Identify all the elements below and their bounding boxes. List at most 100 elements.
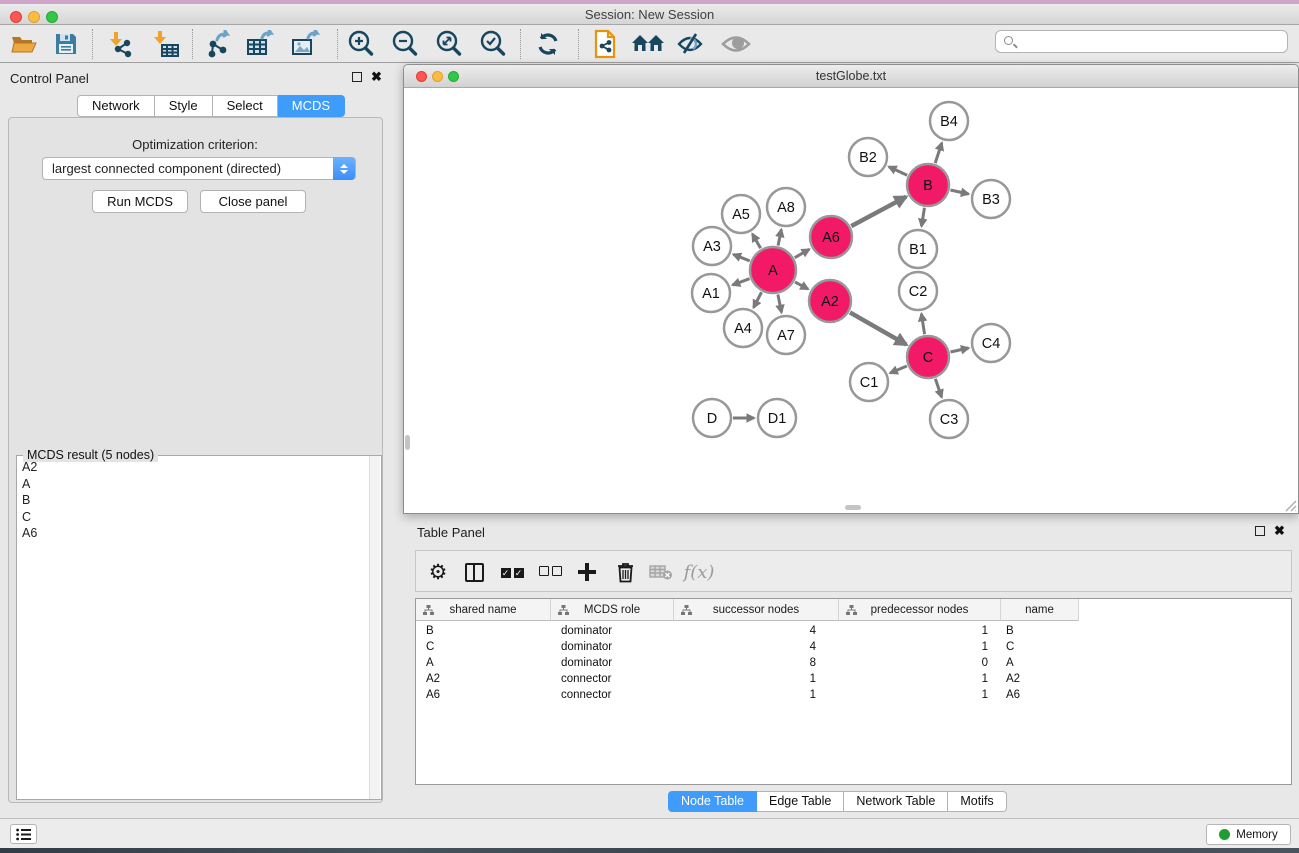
table-row[interactable]: Bdominator41B xyxy=(416,623,1291,639)
network-window-titlebar[interactable]: testGlobe.txt xyxy=(404,65,1298,88)
import-network-button[interactable] xyxy=(102,28,138,60)
task-history-button[interactable] xyxy=(10,824,37,844)
float-panel-icon[interactable] xyxy=(352,72,362,82)
close-panel-icon[interactable]: ✖ xyxy=(371,72,382,82)
node-C1[interactable]: C1 xyxy=(850,363,888,401)
result-item[interactable]: B xyxy=(22,492,369,509)
tab-motifs[interactable]: Motifs xyxy=(948,791,1006,812)
tab-network[interactable]: Network xyxy=(77,95,155,117)
node-A5[interactable]: A5 xyxy=(722,195,760,233)
node-B4[interactable]: B4 xyxy=(930,102,968,140)
table-row[interactable]: Cdominator41C xyxy=(416,639,1291,655)
edge-B-B1[interactable] xyxy=(922,208,925,227)
delete-table-button[interactable] xyxy=(644,556,678,588)
new-network-button[interactable] xyxy=(588,28,624,60)
select-all-button[interactable]: ✓✓ xyxy=(495,556,529,588)
edge-A-A3[interactable] xyxy=(733,254,749,260)
function-builder-button[interactable]: f(x) xyxy=(682,556,716,588)
result-item[interactable]: C xyxy=(22,509,369,526)
table-row[interactable]: A2connector11A2 xyxy=(416,671,1291,687)
open-session-button[interactable] xyxy=(6,28,42,60)
node-A4[interactable]: A4 xyxy=(724,309,762,347)
overview-home-button[interactable] xyxy=(630,28,666,60)
show-columns-button[interactable] xyxy=(457,556,491,588)
resize-grip-icon[interactable] xyxy=(1283,498,1297,512)
close-panel-button[interactable]: Close panel xyxy=(200,190,306,213)
tab-style[interactable]: Style xyxy=(155,95,213,117)
node-A8[interactable]: A8 xyxy=(767,188,805,226)
edge-C-C3[interactable] xyxy=(935,379,941,397)
node-B3[interactable]: B3 xyxy=(972,180,1010,218)
table-row[interactable]: Adominator80A xyxy=(416,655,1291,671)
column-header-name[interactable]: name xyxy=(1001,599,1079,621)
column-header-successor-nodes[interactable]: successor nodes xyxy=(674,599,839,621)
edge-B-B3[interactable] xyxy=(950,190,968,194)
zoom-out-button[interactable] xyxy=(387,28,423,60)
export-table-button[interactable] xyxy=(243,28,279,60)
edge-C-C4[interactable] xyxy=(950,348,968,352)
network-horizontal-scrollbar[interactable] xyxy=(845,505,861,510)
edge-B-B4[interactable] xyxy=(935,143,942,163)
edge-A-A8[interactable] xyxy=(778,230,781,246)
criterion-dropdown[interactable]: largest connected component (directed) xyxy=(42,157,356,180)
edge-A2-C[interactable] xyxy=(850,312,906,344)
table-settings-button[interactable]: ⚙ xyxy=(421,556,455,588)
column-header-MCDS-role[interactable]: MCDS role xyxy=(551,599,674,621)
delete-column-button[interactable] xyxy=(608,556,642,588)
run-mcds-button[interactable]: Run MCDS xyxy=(92,190,188,213)
result-item[interactable]: A xyxy=(22,476,369,493)
tab-edge-table[interactable]: Edge Table xyxy=(757,791,844,812)
tab-network-table[interactable]: Network Table xyxy=(844,791,948,812)
edge-A-A4[interactable] xyxy=(754,292,762,307)
add-column-button[interactable] xyxy=(570,556,604,588)
edge-C-C1[interactable] xyxy=(890,366,907,373)
node-C3[interactable]: C3 xyxy=(930,400,968,438)
node-A2[interactable]: A2 xyxy=(809,280,851,322)
import-table-button[interactable] xyxy=(148,28,184,60)
edge-A-A2[interactable] xyxy=(795,282,808,289)
hide-graphics-details-button[interactable] xyxy=(673,28,709,60)
close-panel-icon[interactable]: ✖ xyxy=(1274,526,1285,536)
deselect-all-button[interactable] xyxy=(533,556,567,588)
export-image-button[interactable] xyxy=(288,28,324,60)
node-B2[interactable]: B2 xyxy=(849,138,887,176)
edge-C-C2[interactable] xyxy=(921,314,924,335)
column-header-predecessor-nodes[interactable]: predecessor nodes xyxy=(839,599,1001,621)
float-panel-icon[interactable] xyxy=(1255,526,1265,536)
node-C2[interactable]: C2 xyxy=(899,272,937,310)
export-network-button[interactable] xyxy=(200,28,236,60)
node-D[interactable]: D xyxy=(693,399,731,437)
edge-B-B2[interactable] xyxy=(889,167,907,176)
result-item[interactable]: A2 xyxy=(22,459,369,476)
column-header-shared-name[interactable]: shared name xyxy=(416,599,551,621)
node-C[interactable]: C xyxy=(907,336,949,378)
node-A7[interactable]: A7 xyxy=(767,316,805,354)
result-item[interactable]: A6 xyxy=(22,525,369,542)
table-row[interactable]: A6connector11A6 xyxy=(416,687,1291,703)
search-input[interactable] xyxy=(1022,32,1282,51)
memory-button[interactable]: Memory xyxy=(1206,824,1291,845)
network-canvas[interactable]: AA1A2A3A4A5A6A7A8BB1B2B3B4CC1C2C3C4DD1 xyxy=(404,88,1298,513)
edge-A-A5[interactable] xyxy=(752,234,760,248)
tab-node-table[interactable]: Node Table xyxy=(668,791,757,812)
edge-A-A1[interactable] xyxy=(733,279,750,285)
save-session-button[interactable] xyxy=(48,28,84,60)
network-vertical-scrollbar[interactable] xyxy=(405,435,410,450)
node-B1[interactable]: B1 xyxy=(899,230,937,268)
node-A3[interactable]: A3 xyxy=(693,227,731,265)
edge-A6-B[interactable] xyxy=(851,197,906,226)
refresh-button[interactable] xyxy=(530,28,566,60)
node-B[interactable]: B xyxy=(907,164,949,206)
tab-mcds[interactable]: MCDS xyxy=(278,95,345,117)
node-A[interactable]: A xyxy=(750,247,796,293)
zoom-fit-button[interactable] xyxy=(431,28,467,60)
zoom-in-button[interactable] xyxy=(343,28,379,60)
node-C4[interactable]: C4 xyxy=(972,324,1010,362)
zoom-selected-button[interactable] xyxy=(475,28,511,60)
node-D1[interactable]: D1 xyxy=(758,399,796,437)
tab-select[interactable]: Select xyxy=(213,95,278,117)
show-graphics-details-button[interactable] xyxy=(718,28,754,60)
edge-A-A6[interactable] xyxy=(795,249,810,257)
node-A6[interactable]: A6 xyxy=(810,216,852,258)
edge-A-A7[interactable] xyxy=(778,295,782,313)
